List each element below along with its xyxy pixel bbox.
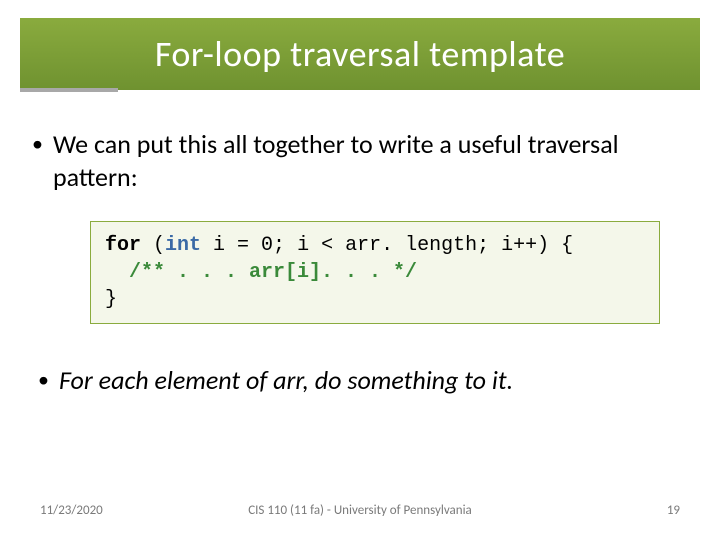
code-decl: i = 0; i < arr. length; i++) { [201,234,573,257]
footer-page: 19 [667,503,680,518]
slide-body: • We can put this all together to write … [32,128,688,396]
code-comment: /** . . . arr[i]. . . */ [105,261,417,284]
bullet-intro: • We can put this all together to write … [32,128,688,193]
title-bar: For-loop traversal template [20,18,700,90]
code-paren-open: ( [141,234,165,257]
footer-course: CIS 110 (11 fa) - University of Pennsylv… [0,503,720,518]
slide: For-loop traversal template • We can put… [0,0,720,540]
footer-date: 11/23/2020 [40,503,103,518]
bullet-dot: • [38,364,49,396]
bullet-conclusion-text: For each element of arr, do something to… [59,364,513,396]
slide-title: For-loop traversal template [155,32,565,76]
bullet-intro-text: We can put this all together to write a … [53,128,688,193]
code-block: for (int i = 0; i < arr. length; i++) { … [90,221,660,324]
bullet-dot: • [32,128,43,160]
title-underline [20,88,118,92]
code-type-int: int [165,234,201,257]
code-keyword-for: for [105,234,141,257]
footer: 11/23/2020 CIS 110 (11 fa) - University … [0,503,720,518]
bullet-conclusion: • For each element of arr, do something … [38,364,688,396]
code-close: } [105,288,117,311]
